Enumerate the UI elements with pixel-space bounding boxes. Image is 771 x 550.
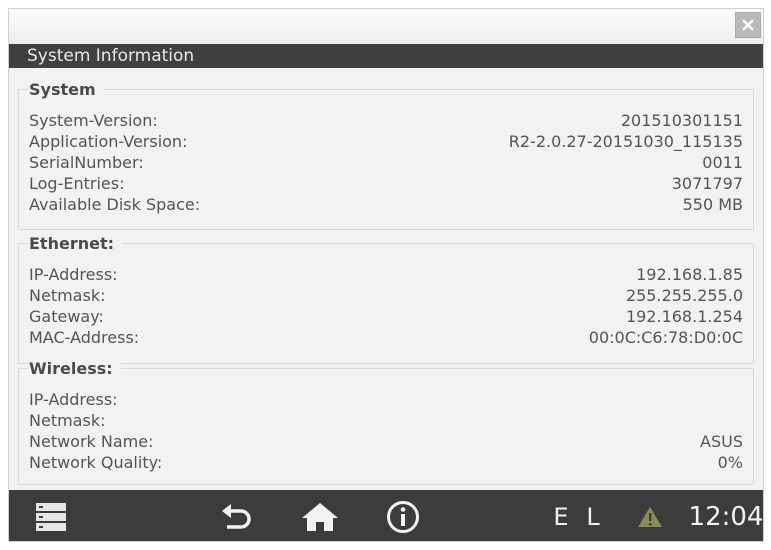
- info-button[interactable]: [383, 490, 423, 541]
- row-value: R2-2.0.27-20151030_115135: [508, 132, 743, 151]
- row-label: Netmask:: [29, 286, 106, 305]
- row-label: Log-Entries:: [29, 174, 125, 193]
- warning-icon: [638, 506, 662, 527]
- ethernet-group: Ethernet: IP-Address: 192.168.1.85 Netma…: [18, 234, 754, 364]
- system-information-window: System Information System System-Version…: [8, 8, 764, 542]
- row-value: 201510301151: [620, 111, 743, 130]
- ethernet-group-title: Ethernet:: [28, 234, 122, 254]
- row-label: Application-Version:: [29, 132, 188, 151]
- info-row: Gateway: 192.168.1.254: [29, 306, 743, 327]
- status-e-indicator: E: [553, 502, 569, 531]
- info-row: Network Quality: 0%: [29, 452, 743, 473]
- info-row: Netmask: 255.255.255.0: [29, 285, 743, 306]
- window-top-bar: [9, 9, 763, 44]
- row-value: 550 MB: [682, 195, 743, 214]
- row-label: Network Name:: [29, 432, 154, 451]
- warning-indicator[interactable]: [633, 490, 667, 541]
- info-row: Available Disk Space: 550 MB: [29, 194, 743, 215]
- info-row: MAC-Address: 00:0C:C6:78:D0:0C: [29, 327, 743, 348]
- ethernet-rows: IP-Address: 192.168.1.85 Netmask: 255.25…: [29, 264, 743, 348]
- system-group: System System-Version: 201510301151 Appl…: [18, 80, 754, 230]
- row-label: Available Disk Space:: [29, 195, 201, 214]
- wireless-rows: IP-Address: Netmask: Network Name: ASUS …: [29, 389, 743, 473]
- row-label: MAC-Address:: [29, 328, 140, 347]
- row-value: 00:0C:C6:78:D0:0C: [588, 328, 743, 347]
- info-row: Log-Entries: 3071797: [29, 173, 743, 194]
- info-icon: [387, 500, 419, 533]
- info-row: System-Version: 201510301151: [29, 110, 743, 131]
- info-row: SerialNumber: 0011: [29, 152, 743, 173]
- home-button[interactable]: [296, 490, 344, 541]
- wireless-group: Wireless: IP-Address: Netmask: Network N…: [18, 359, 754, 485]
- row-label: Netmask:: [29, 411, 106, 430]
- row-value: 0%: [717, 453, 743, 472]
- row-label: Gateway:: [29, 307, 104, 326]
- row-label: SerialNumber:: [29, 153, 144, 172]
- row-value: 3071797: [671, 174, 743, 193]
- row-value: ASUS: [700, 432, 743, 451]
- menu-button[interactable]: [31, 490, 71, 541]
- info-content: System System-Version: 201510301151 Appl…: [9, 68, 763, 490]
- window-title: System Information: [9, 44, 763, 68]
- info-row: Netmask:: [29, 410, 743, 431]
- row-label: IP-Address:: [29, 265, 118, 284]
- row-label: Network Quality:: [29, 453, 163, 472]
- info-row: Network Name: ASUS: [29, 431, 743, 452]
- bottom-navigation-bar: E L 12:04: [9, 490, 764, 541]
- status-l-indicator: L: [586, 502, 600, 531]
- clock: 12:04: [688, 501, 764, 532]
- info-row: IP-Address: 192.168.1.85: [29, 264, 743, 285]
- back-icon: [222, 503, 251, 529]
- menu-icon: [36, 502, 66, 531]
- close-button[interactable]: [735, 12, 761, 38]
- row-value: 192.168.1.85: [636, 265, 743, 284]
- close-icon: [742, 19, 754, 31]
- row-value: 192.168.1.254: [625, 307, 743, 326]
- system-rows: System-Version: 201510301151 Application…: [29, 110, 743, 215]
- system-group-title: System: [28, 80, 104, 100]
- back-button[interactable]: [214, 490, 258, 541]
- row-value: 0011: [702, 153, 743, 172]
- info-row: Application-Version: R2-2.0.27-20151030_…: [29, 131, 743, 152]
- row-label: IP-Address:: [29, 390, 118, 409]
- row-label: System-Version:: [29, 111, 158, 130]
- wireless-group-title: Wireless:: [28, 359, 121, 379]
- info-row: IP-Address:: [29, 389, 743, 410]
- row-value: 255.255.255.0: [625, 286, 743, 305]
- home-icon: [302, 502, 338, 531]
